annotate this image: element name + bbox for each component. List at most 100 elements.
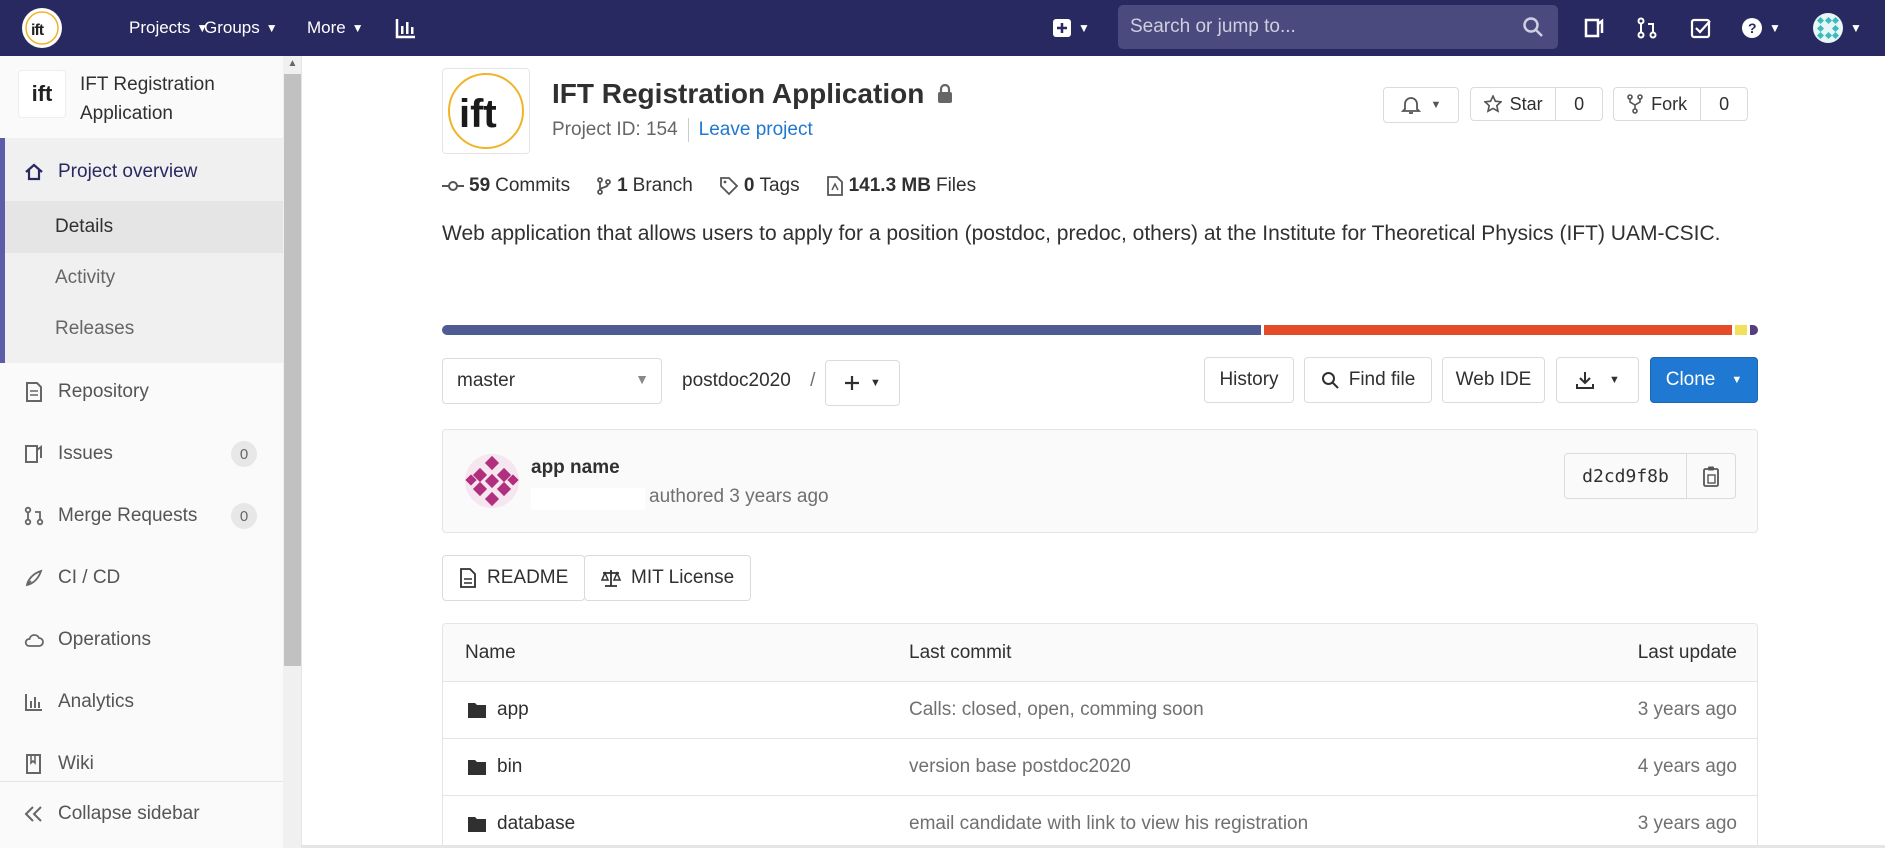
activity-chart-icon[interactable] [392, 14, 420, 42]
commit-sha[interactable]: d2cd9f8b [1565, 454, 1687, 498]
copy-sha-button[interactable] [1687, 454, 1735, 498]
table-row[interactable]: database email candidate with link to vi… [443, 796, 1757, 847]
merge-requests-icon[interactable] [1633, 14, 1661, 42]
svg-text:?: ? [1748, 20, 1757, 36]
sidebar-item-wiki[interactable]: Wiki [0, 746, 283, 782]
readme-button[interactable]: README [442, 555, 586, 601]
help-dropdown[interactable]: ? ▼ [1738, 14, 1784, 42]
commit-title[interactable]: app name [531, 457, 620, 479]
plus-square-icon [1053, 19, 1072, 37]
sidebar-item-issues[interactable]: Issues 0 [0, 436, 283, 472]
commits-label: Commits [495, 175, 571, 196]
column-header-last-commit: Last commit [909, 641, 1012, 663]
clipboard-icon [1703, 466, 1719, 487]
last-update-time: 3 years ago [1637, 699, 1737, 720]
scroll-up-arrow-icon[interactable]: ▲ [284, 58, 301, 72]
svg-text:ift: ift [459, 92, 497, 136]
sidebar-subitem-releases[interactable]: Releases [55, 318, 134, 340]
branch-stat[interactable]: 1 Branch [596, 175, 693, 197]
commit-message[interactable]: email candidate with link to view his re… [909, 796, 1308, 847]
chevron-down-icon: ▼ [1769, 21, 1781, 35]
language-segment[interactable] [1735, 325, 1747, 335]
language-segment[interactable] [1264, 325, 1732, 335]
language-segment[interactable] [442, 325, 1261, 335]
sidebar-subitem-activity[interactable]: Activity [55, 267, 115, 289]
branch-selector[interactable]: master ▼ [442, 358, 662, 404]
star-count[interactable]: 0 [1556, 88, 1602, 120]
license-label: MIT License [631, 567, 735, 588]
sidebar-item-project-overview[interactable]: Project overview [0, 154, 283, 190]
sidebar-scrollbar-thumb[interactable] [284, 74, 301, 666]
web-ide-button[interactable]: Web IDE [1442, 357, 1545, 403]
find-file-button[interactable]: Find file [1304, 357, 1432, 403]
groups-menu[interactable]: Groups ▼ [204, 0, 278, 56]
language-bar[interactable] [442, 325, 1758, 335]
leave-project-link[interactable]: Leave project [699, 119, 813, 141]
todo-icon[interactable] [1687, 14, 1715, 42]
ift-logo-icon: ift [25, 11, 59, 45]
project-id: Project ID: 154 [552, 119, 678, 140]
sidebar-context-header[interactable]: ift IFT Registration Application [18, 70, 270, 128]
sidebar-item-ci-cd[interactable]: CI / CD [0, 560, 283, 596]
file-name-cell[interactable]: database [467, 796, 575, 847]
fork-button-group: Fork 0 [1613, 87, 1748, 121]
add-to-tree-dropdown[interactable]: ▼ [825, 360, 900, 406]
fork-count[interactable]: 0 [1701, 88, 1747, 120]
tags-stat[interactable]: 0 Tags [719, 175, 800, 197]
document-icon [460, 568, 476, 588]
commit-message[interactable]: version base postdoc2020 [909, 739, 1131, 795]
download-dropdown[interactable]: ▼ [1556, 357, 1639, 403]
commits-count: 59 [469, 175, 491, 196]
user-avatar [1813, 13, 1844, 43]
last-update-time: 3 years ago [1637, 813, 1737, 834]
document-icon [22, 380, 46, 404]
folder-icon [468, 817, 486, 832]
star-icon [1483, 95, 1502, 113]
files-stat[interactable]: 141.3 MB Files [826, 175, 976, 197]
search-input[interactable]: Search or jump to... [1118, 5, 1558, 49]
file-name-cell[interactable]: bin [467, 739, 522, 795]
commit-author-name[interactable] [531, 488, 645, 510]
sidebar-item-analytics[interactable]: Analytics [0, 684, 283, 720]
new-item-dropdown[interactable]: ▼ [1048, 14, 1094, 42]
chevron-down-icon: ▼ [1609, 374, 1620, 386]
clone-label: Clone [1665, 369, 1716, 390]
sidebar-subitem-details[interactable] [5, 201, 283, 253]
more-menu[interactable]: More ▼ [307, 0, 364, 56]
breadcrumb-path[interactable]: postdoc2020 [682, 370, 791, 391]
history-button[interactable]: History [1204, 357, 1294, 403]
top-navbar: ift Projects ▼ Groups ▼ More ▼ ▼ Search or … [0, 0, 1885, 56]
folder-name[interactable]: database [497, 813, 575, 835]
star-button[interactable]: Star [1471, 88, 1557, 120]
lock-icon [938, 84, 953, 103]
language-segment[interactable] [1750, 325, 1758, 335]
notification-dropdown[interactable]: ▼ [1383, 87, 1459, 123]
search-placeholder: Search or jump to... [1130, 16, 1296, 37]
issues-icon [22, 442, 46, 466]
fork-button[interactable]: Fork [1614, 88, 1702, 120]
gitlab-logo[interactable]: ift [22, 8, 62, 48]
table-row[interactable]: bin version base postdoc2020 4 years ago [443, 739, 1757, 796]
sidebar-project-title: IFT Registration Application [80, 74, 215, 124]
folder-name[interactable]: bin [497, 756, 522, 778]
user-menu[interactable]: ▼ [1810, 13, 1864, 43]
sidebar-item-repository[interactable]: Repository [0, 374, 283, 410]
collapse-sidebar-button[interactable]: Collapse sidebar [0, 796, 283, 832]
commits-stat[interactable]: 59 Commits [442, 175, 570, 197]
issues-icon[interactable] [1580, 14, 1608, 42]
folder-name[interactable]: app [497, 699, 529, 721]
breadcrumb-separator: / [810, 370, 816, 391]
column-header-last-update: Last update [1637, 641, 1737, 663]
file-name-cell[interactable]: app [467, 682, 529, 738]
sidebar-item-label: Merge Requests [58, 505, 198, 526]
table-row[interactable]: app Calls: closed, open, comming soon 3 … [443, 682, 1757, 739]
sidebar-item-label: Wiki [58, 753, 94, 774]
cloud-icon [22, 628, 46, 652]
sidebar-item-label: CI / CD [58, 567, 121, 588]
sidebar-item-merge-requests[interactable]: Merge Requests 0 [0, 498, 283, 534]
projects-menu[interactable]: Projects ▼ [129, 0, 208, 56]
license-button[interactable]: MIT License [584, 555, 752, 601]
commit-message[interactable]: Calls: closed, open, comming soon [909, 682, 1204, 738]
clone-dropdown[interactable]: Clone ▼ [1650, 357, 1758, 403]
sidebar-item-operations[interactable]: Operations [0, 622, 283, 658]
